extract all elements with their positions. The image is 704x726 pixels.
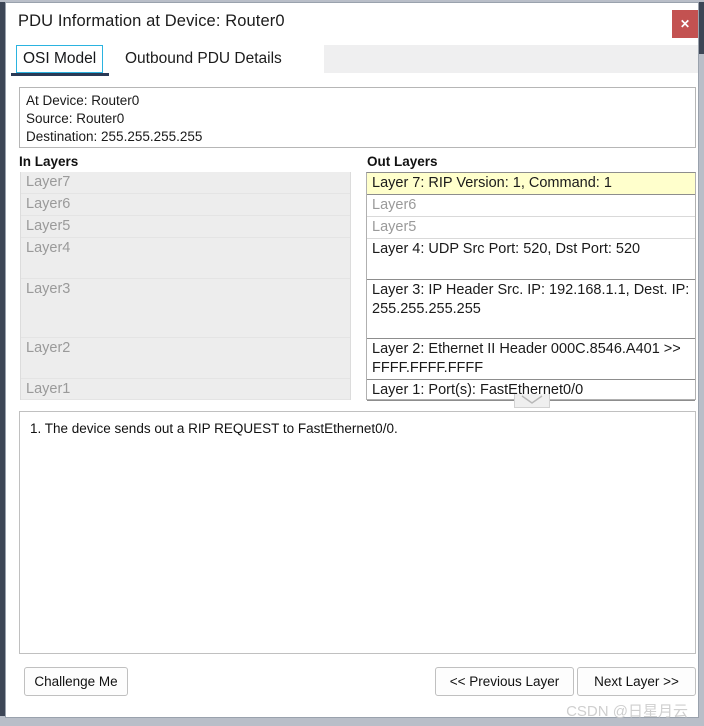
tab-strip: OSI Model Outbound PDU Details [6,45,698,76]
close-icon[interactable]: ✕ [672,10,698,38]
info-destination: Destination: 255.255.255.255 [26,129,203,144]
out-layer-row-6[interactable]: Layer6 [367,195,695,217]
pdu-info-box: At Device: Router0 Source: Router0 Desti… [19,87,696,148]
out-layers-panel: Layer 7: RIP Version: 1, Command: 1 Laye… [366,172,696,401]
description-line-1: 1. The device sends out a RIP REQUEST to… [30,421,398,436]
info-at-device: At Device: Router0 [26,93,140,108]
pdu-information-window: PDU Information at Device: Router0 ✕ OSI… [5,2,699,720]
out-layer-row-4[interactable]: Layer 4: UDP Src Port: 520, Dst Port: 52… [367,239,695,280]
in-layer-row-2[interactable]: Layer2 [21,338,350,379]
out-layer-row-2[interactable]: Layer 2: Ethernet II Header 000C.8546.A4… [367,339,695,380]
description-box: 1. The device sends out a RIP REQUEST to… [19,411,696,654]
info-source: Source: Router0 [26,111,125,126]
tab-outbound-pdu-details[interactable]: Outbound PDU Details [118,45,289,73]
out-layer-row-5[interactable]: Layer5 [367,217,695,239]
chevron-down-glyph [521,395,543,404]
tab-osi-model[interactable]: OSI Model [16,45,104,73]
out-layer-row-3[interactable]: Layer 3: IP Header Src. IP: 192.168.1.1,… [367,280,695,339]
out-layer-row-7[interactable]: Layer 7: RIP Version: 1, Command: 1 [367,173,695,195]
in-layer-row-4[interactable]: Layer4 [21,238,350,279]
watermark: CSDN @日星月云 [566,703,688,720]
screenshot-root: PDU Information at Device: Router0 ✕ OSI… [0,0,704,726]
chevron-down-icon[interactable] [514,394,550,408]
in-layer-row-7[interactable]: Layer7 [21,172,350,194]
window-title: PDU Information at Device: Router0 [18,12,285,30]
in-layers-panel: Layer7 Layer6 Layer5 Layer4 Layer3 Layer… [20,172,351,400]
in-layers-heading: In Layers [19,154,79,169]
tab-strip-filler [324,45,698,73]
next-layer-button[interactable]: Next Layer >> [577,667,696,696]
title-bar: PDU Information at Device: Router0 ✕ [6,3,698,45]
previous-layer-button[interactable]: << Previous Layer [435,667,574,696]
challenge-me-button[interactable]: Challenge Me [24,667,128,696]
in-layer-row-6[interactable]: Layer6 [21,194,350,216]
selected-tab-underline [11,73,109,76]
in-layer-row-3[interactable]: Layer3 [21,279,350,338]
out-layers-heading: Out Layers [367,154,438,169]
in-layer-row-5[interactable]: Layer5 [21,216,350,238]
window-frame-right-edge [699,2,704,54]
in-layer-row-1[interactable]: Layer1 [21,379,350,400]
